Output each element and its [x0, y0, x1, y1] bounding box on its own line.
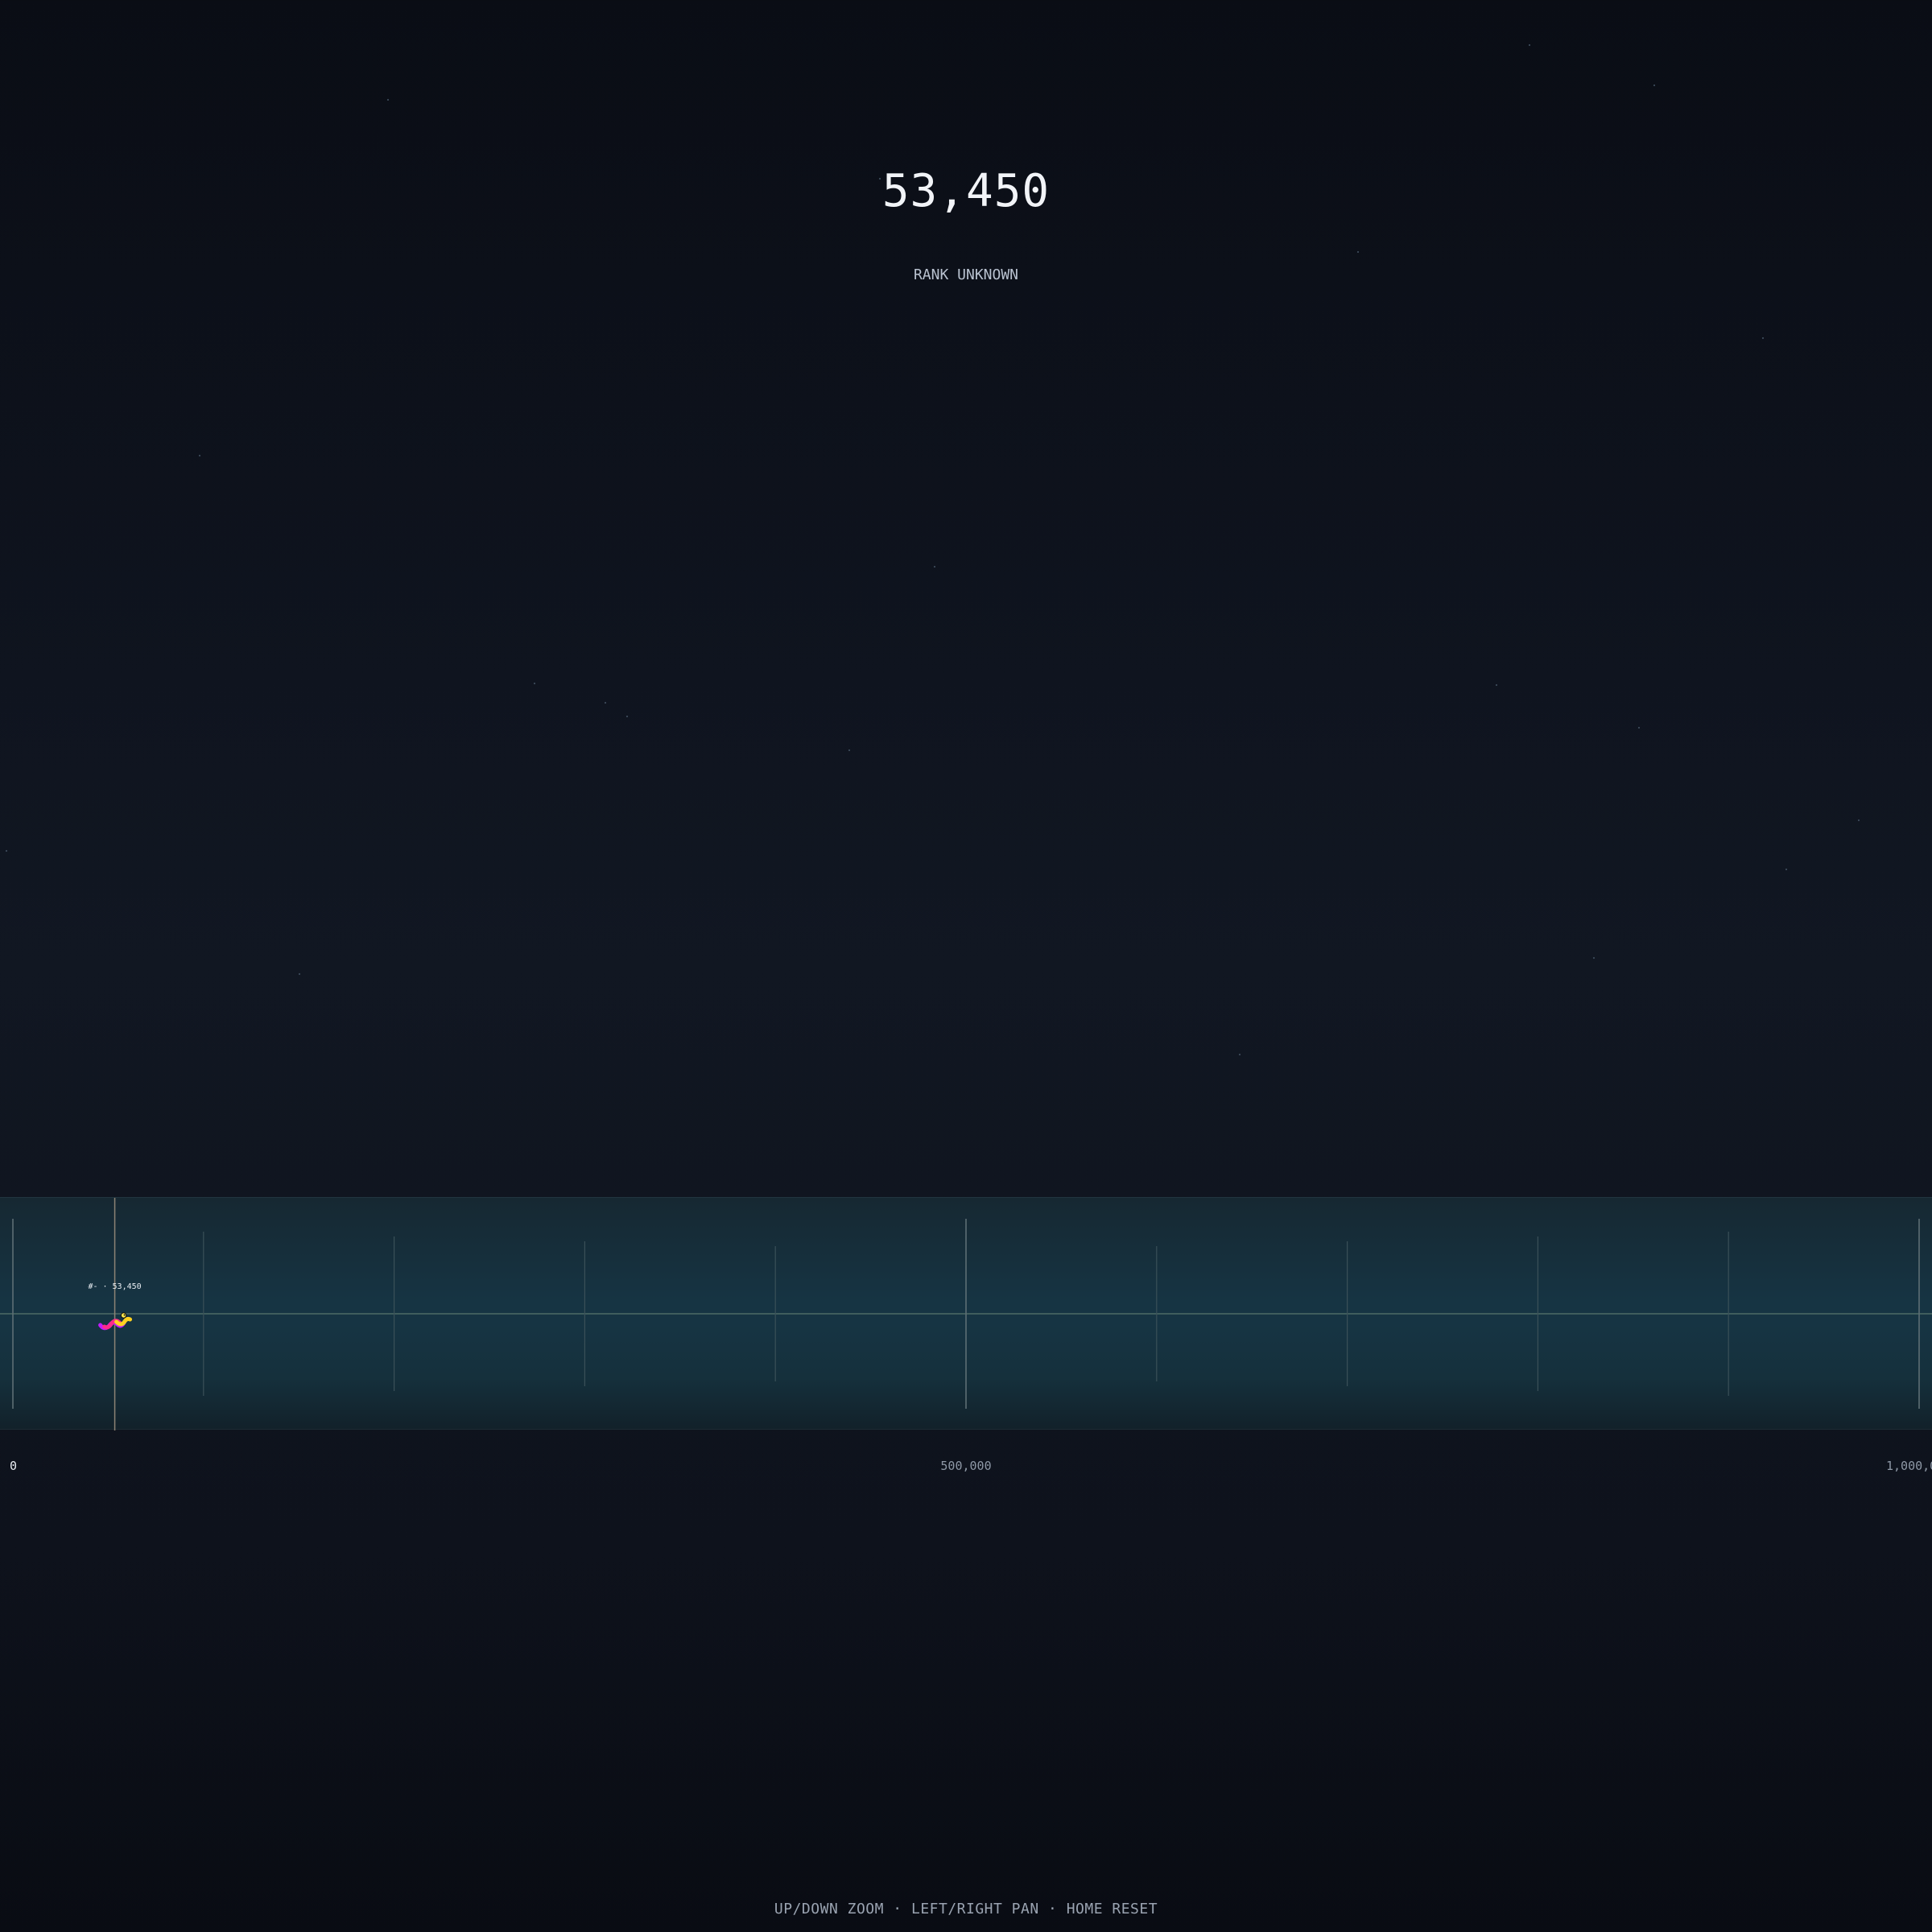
star [1238, 1053, 1241, 1056]
star [1495, 683, 1498, 687]
star [1653, 84, 1656, 87]
score-display: 53,450 [881, 165, 1051, 217]
axis-label-start: 0 [10, 1459, 18, 1473]
controls-hint: UP/DOWN ZOOM · LEFT/RIGHT PAN · HOME RES… [774, 1901, 1158, 1918]
player-label: #- · 53,450 [88, 1282, 141, 1291]
star [625, 715, 629, 718]
axis-label-end: 1,000,000 [1886, 1459, 1932, 1473]
star [198, 454, 201, 457]
star [5, 849, 8, 852]
star [1528, 43, 1531, 47]
axis-label-mid: 500,000 [940, 1459, 992, 1473]
star [1857, 819, 1860, 822]
star [298, 972, 301, 976]
leaderboard-track[interactable]: #- · 53,450 [0, 1197, 1932, 1430]
star [848, 749, 851, 752]
star [1637, 726, 1641, 729]
star [386, 98, 390, 101]
star [1592, 956, 1596, 960]
star [604, 701, 607, 704]
star [1356, 250, 1360, 254]
star [533, 682, 536, 685]
star [1761, 336, 1765, 340]
rank-label: RANK UNKNOWN [913, 266, 1019, 283]
star [933, 565, 936, 568]
star [1785, 868, 1788, 871]
